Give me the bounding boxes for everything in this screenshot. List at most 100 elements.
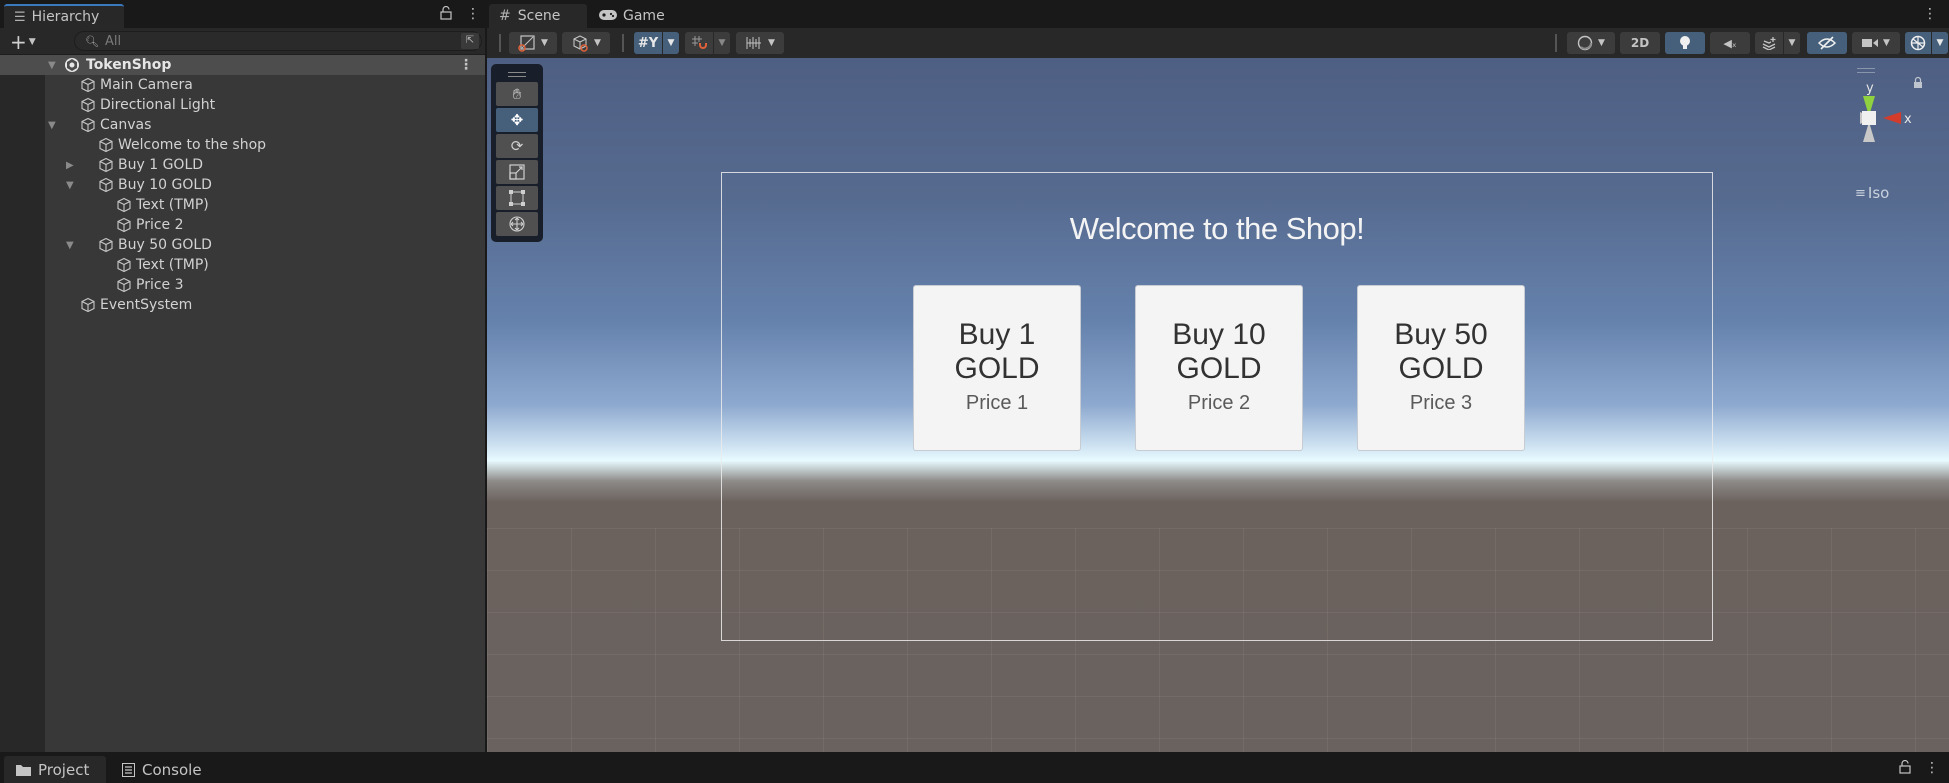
expand-arrow-icon[interactable]: ▼ <box>66 180 74 191</box>
hierarchy-item[interactable]: Text (TMP) <box>0 255 485 275</box>
hierarchy-list-icon: ☰ <box>14 9 26 25</box>
hierarchy-item[interactable]: ▼ Buy 50 GOLD <box>0 235 485 255</box>
unity-editor: ☰ Hierarchy ⋮ + ▼ 🔍︎ All ⇱ ▼ TokenShop ⋮… <box>0 0 1949 783</box>
rect-tool-button[interactable] <box>496 186 538 210</box>
effects-toggle[interactable] <box>1755 32 1783 54</box>
grid-snapping-dropdown[interactable]: ▼ <box>714 32 730 54</box>
tab-game[interactable]: Game <box>589 4 675 28</box>
hierarchy-item[interactable]: Price 3 <box>0 275 485 295</box>
scene-menu-icon[interactable]: ⋮ <box>459 57 473 73</box>
hierarchy-item[interactable]: Welcome to the shop <box>0 135 485 155</box>
hierarchy-item[interactable]: EventSystem <box>0 295 485 315</box>
caret-down-icon: ▼ <box>1788 38 1796 48</box>
buy-1-gold-button[interactable]: Buy 1 GOLD Price 1 <box>913 285 1081 451</box>
scene-toolbar: ▼ ▼ #Y ▼ ▼ ▼ ▼ 2D ◀ₓ ▼ ▼ ▼ <box>487 28 1949 58</box>
rotate-tool-button[interactable]: ⟳ <box>496 134 538 158</box>
tool-palette: ✋︎ ✥ ⟳ <box>491 64 543 242</box>
more-options-icon[interactable]: ⋮ <box>466 6 480 24</box>
gameobject-cube-icon <box>98 177 114 193</box>
hierarchy-item[interactable]: Text (TMP) <box>0 195 485 215</box>
lighting-toggle[interactable] <box>1665 32 1705 54</box>
hierarchy-item-label: Price 3 <box>136 277 184 293</box>
scale-tool-button[interactable] <box>496 160 538 184</box>
gizmos-dropdown[interactable]: ▼ <box>1932 32 1948 54</box>
collapse-arrow-icon[interactable]: ▶ <box>66 160 74 171</box>
scene-row[interactable]: ▼ TokenShop ⋮ <box>0 55 485 75</box>
gizmo-sphere-icon <box>1910 35 1926 51</box>
console-icon <box>122 762 135 777</box>
hand-tool-button[interactable]: ✋︎ <box>496 82 538 106</box>
lock-icon[interactable] <box>1899 759 1911 778</box>
audio-toggle[interactable]: ◀ₓ <box>1710 32 1750 54</box>
gameobject-cube-icon <box>80 297 96 313</box>
tool-handle-rotation-dropdown[interactable]: ▼ <box>562 32 610 54</box>
welcome-title: Welcome to the Shop! <box>1069 211 1365 246</box>
gameobject-cube-icon <box>116 217 132 233</box>
orientation-gizmo[interactable]: y x ≡ Iso <box>1839 64 1949 214</box>
hierarchy-item[interactable]: ▶ Buy 1 GOLD <box>0 155 485 175</box>
axis-y-label: y <box>1866 81 1874 96</box>
lock-icon[interactable] <box>440 5 452 24</box>
gameobject-cube-icon <box>80 77 96 93</box>
scene-more-options-icon[interactable]: ⋮ <box>1923 6 1937 22</box>
transform-tool-button[interactable] <box>496 212 538 236</box>
buy-50-gold-button[interactable]: Buy 50 GOLD Price 3 <box>1357 285 1525 451</box>
grid-visibility-button[interactable]: #Y <box>634 32 662 54</box>
caret-down-icon: ▼ <box>1883 38 1890 48</box>
grid-snapping-button[interactable] <box>685 32 713 54</box>
tool-handle-position-dropdown[interactable]: ▼ <box>509 32 557 54</box>
hierarchy-item[interactable]: Directional Light <box>0 95 485 115</box>
create-button[interactable]: + ▼ <box>10 30 36 54</box>
caret-down-icon: ▼ <box>667 38 675 48</box>
hierarchy-item-label: Directional Light <box>100 97 216 113</box>
toolbar-separator <box>1555 34 1557 52</box>
hierarchy-item[interactable]: Price 2 <box>0 215 485 235</box>
hierarchy-item[interactable]: ▼ Buy 10 GOLD <box>0 175 485 195</box>
hierarchy-item[interactable]: Main Camera <box>0 75 485 95</box>
tab-hierarchy[interactable]: ☰ Hierarchy <box>4 4 124 28</box>
mode-2d-toggle[interactable]: 2D <box>1620 32 1660 54</box>
grid-axis-dropdown[interactable]: ▼ <box>663 32 679 54</box>
expand-arrow-icon[interactable]: ▼ <box>66 240 74 251</box>
tab-project[interactable]: Project <box>4 756 106 783</box>
hierarchy-item-label: Buy 1 GOLD <box>118 157 204 173</box>
scene-camera-dropdown[interactable]: ▼ <box>1852 32 1900 54</box>
tab-console[interactable]: Console <box>110 756 214 783</box>
buy-10-gold-line1: Buy 10 <box>1172 318 1266 351</box>
gizmos-toggle[interactable] <box>1905 32 1931 54</box>
buy-10-gold-button[interactable]: Buy 10 GOLD Price 2 <box>1135 285 1303 451</box>
palette-drag-handle[interactable] <box>496 68 538 80</box>
toolbar-grip <box>499 34 501 52</box>
hierarchy-item-label: Canvas <box>100 117 152 133</box>
expand-arrow-icon[interactable]: ▼ <box>48 60 56 71</box>
hierarchy-tree: ▼ TokenShop ⋮ Main Camera Directional Lig… <box>0 55 485 752</box>
increment-snap-dropdown[interactable]: ▼ <box>736 32 784 54</box>
hierarchy-item-label: Price 2 <box>136 217 184 233</box>
hierarchy-item-label: Buy 10 GOLD <box>118 177 212 193</box>
camera-icon <box>1862 39 1879 47</box>
scene-search-icon[interactable]: ⇱ <box>461 33 479 49</box>
folder-icon <box>16 764 31 776</box>
price-2-label: Price 2 <box>1187 392 1251 414</box>
gameobject-cube-icon <box>80 97 96 113</box>
effects-dropdown[interactable]: ▼ <box>1784 32 1800 54</box>
hierarchy-search[interactable]: 🔍︎ All ⇱ <box>74 31 482 51</box>
more-options-icon[interactable]: ⋮ <box>1925 760 1939 778</box>
unity-scene-icon <box>64 57 80 73</box>
grid-snap-icon <box>692 36 707 49</box>
hidden-eye-icon <box>1817 36 1837 50</box>
lightbulb-icon <box>1680 36 1690 49</box>
expand-arrow-icon[interactable]: ▼ <box>48 120 56 131</box>
hierarchy-item[interactable]: ▼ Canvas <box>0 115 485 135</box>
move-tool-button[interactable]: ✥ <box>496 108 538 132</box>
caret-down-icon: ▼ <box>1598 38 1605 48</box>
buy-10-gold-line2: GOLD <box>1176 352 1262 385</box>
gameobject-cube-icon <box>98 157 114 173</box>
scene-visibility-toggle[interactable] <box>1807 32 1847 54</box>
projection-toggle[interactable]: ≡ Iso <box>1855 184 1889 202</box>
draw-mode-dropdown[interactable]: ▼ <box>1567 32 1615 54</box>
scene-viewport[interactable]: ✋︎ ✥ ⟳ Welcome to the Shop! Buy 1 GOLD P… <box>487 58 1949 752</box>
gameobject-cube-icon <box>80 117 96 133</box>
bottom-panel-icons: ⋮ <box>1899 759 1939 778</box>
tab-scene[interactable]: # Scene <box>489 4 587 28</box>
